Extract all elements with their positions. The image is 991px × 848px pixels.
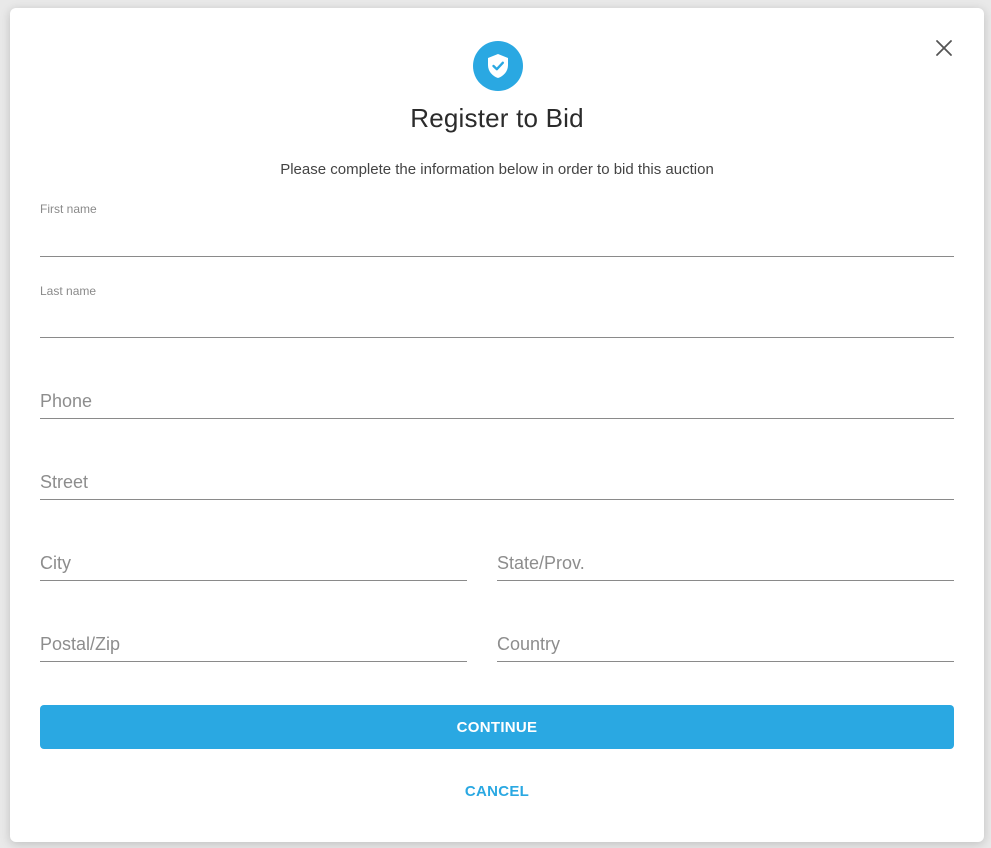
city-input[interactable] [40, 548, 467, 578]
continue-button[interactable]: CONTINUE [40, 705, 954, 749]
first-name-field: First name [40, 202, 954, 257]
street-input[interactable] [40, 467, 954, 497]
dialog-subtitle: Please complete the information below in… [280, 161, 714, 178]
postal-input[interactable] [40, 629, 467, 659]
country-input[interactable] [497, 629, 954, 659]
close-button[interactable] [934, 38, 954, 58]
cancel-button[interactable]: CANCEL [397, 774, 597, 808]
city-field [40, 540, 467, 581]
state-field [497, 540, 954, 581]
last-name-label: Last name [40, 284, 97, 298]
dialog-title: Register to Bid [410, 103, 584, 133]
close-icon [936, 40, 952, 56]
street-field [40, 459, 954, 500]
first-name-label: First name [40, 202, 97, 216]
last-name-input[interactable] [40, 305, 954, 335]
first-name-input[interactable] [40, 224, 954, 254]
postal-field [40, 621, 467, 662]
phone-input[interactable] [40, 386, 954, 416]
last-name-field: Last name [40, 284, 954, 338]
state-input[interactable] [497, 548, 954, 578]
shield-check-icon [473, 41, 523, 91]
country-field [497, 621, 954, 662]
phone-field [40, 378, 954, 419]
register-to-bid-dialog: Register to Bid Please complete the info… [10, 8, 984, 842]
